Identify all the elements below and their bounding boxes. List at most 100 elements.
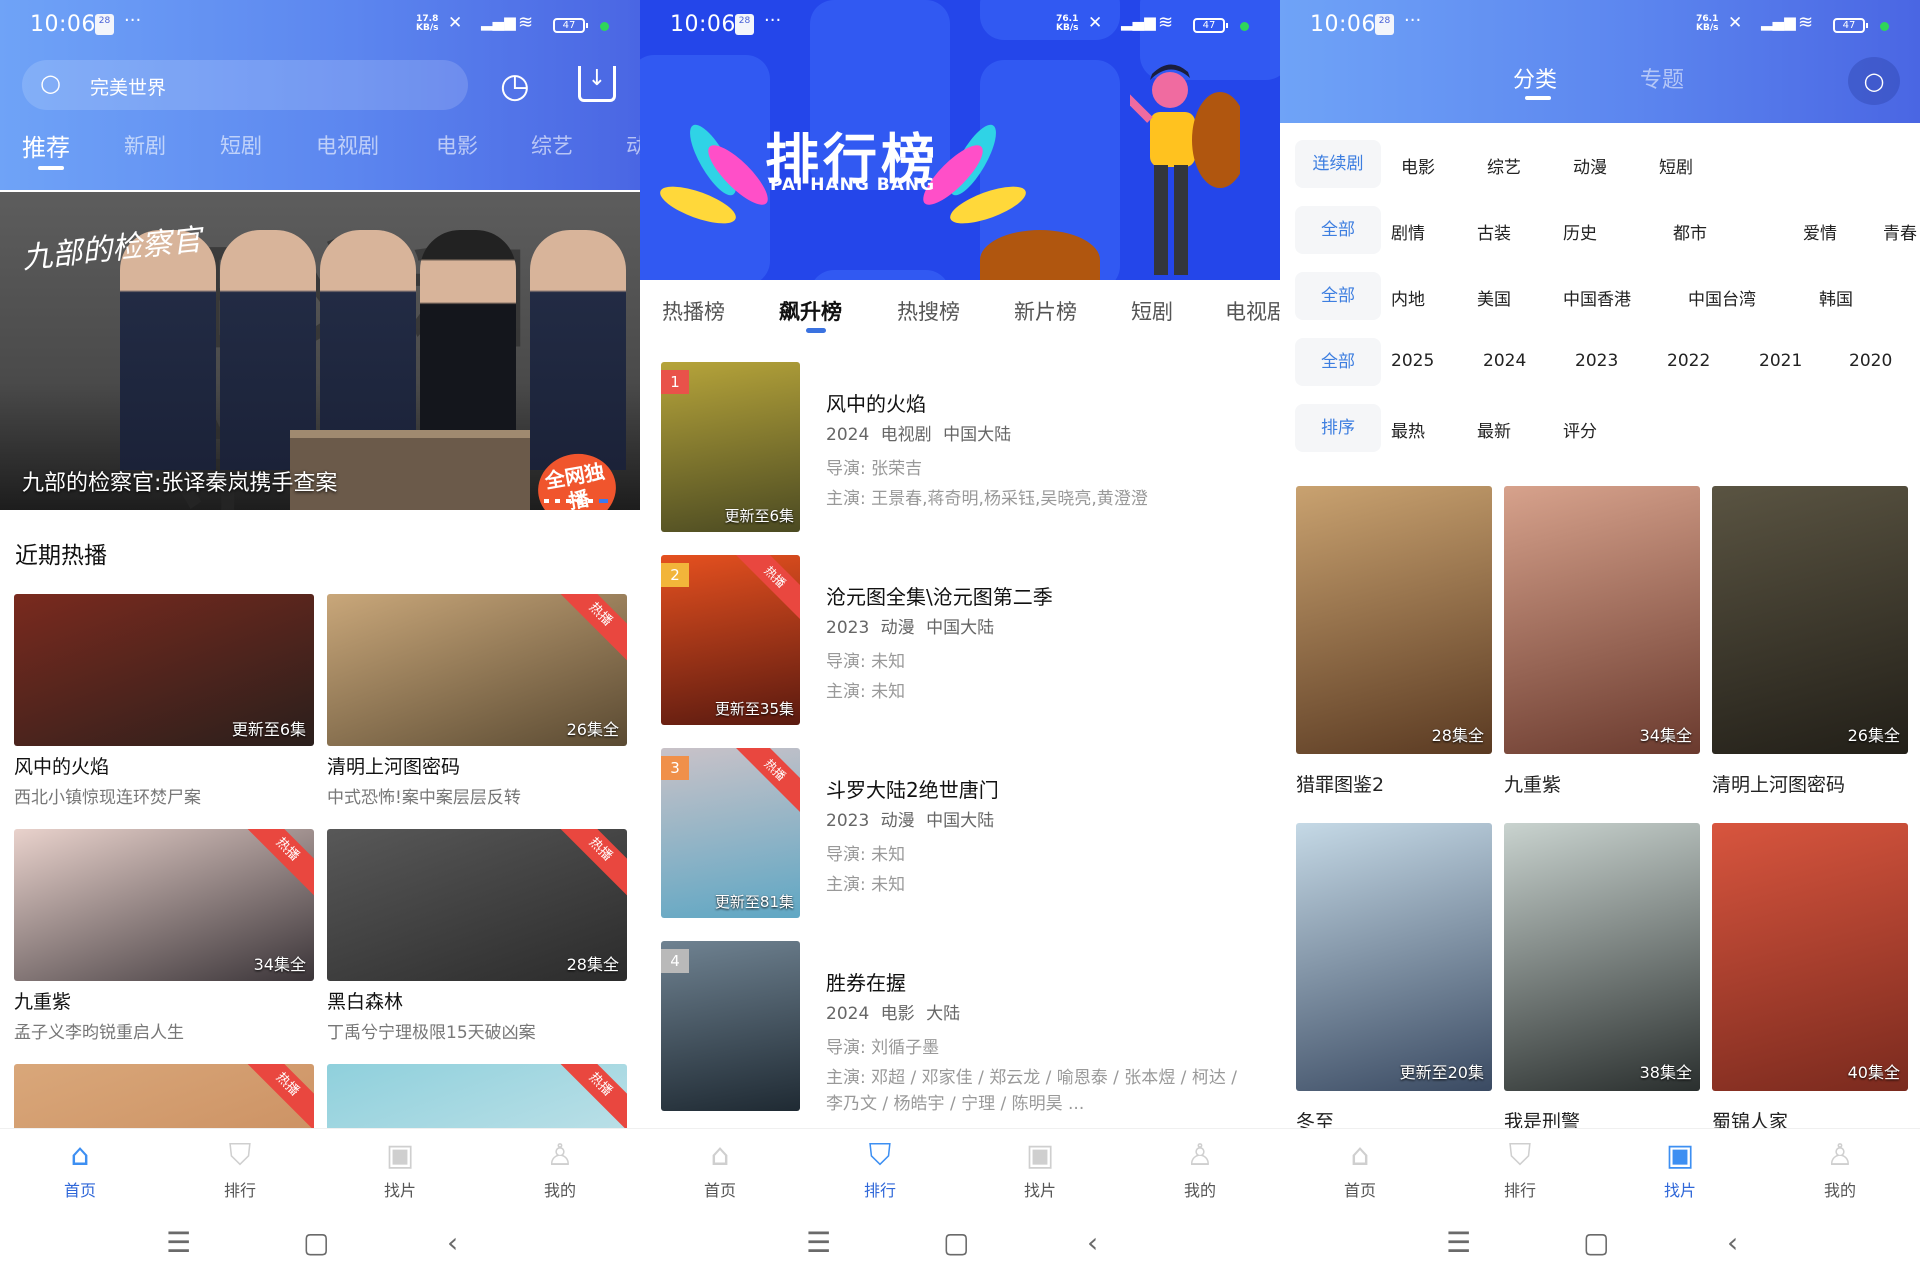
poster-title[interactable]: 九重紫 [1504, 770, 1700, 797]
back-button[interactable]: ‹ [447, 1226, 458, 1259]
filter-option[interactable]: 古装 [1477, 219, 1511, 244]
tab-short-drama[interactable]: 短剧 [1131, 296, 1173, 326]
back-button[interactable]: ‹ [1727, 1226, 1738, 1259]
item-title[interactable]: 斗罗大陆2绝世唐门 [826, 774, 999, 803]
filter-option[interactable]: 历史 [1563, 219, 1597, 244]
ranking-item[interactable]: 3 热播 更新至81集 斗罗大陆2绝世唐门 2023 动漫 中国大陆 导演: 未知 主演:… [661, 748, 1261, 918]
card-thumbnail[interactable]: 更新至6集 [14, 594, 314, 746]
tab-variety[interactable]: 综艺 [531, 130, 573, 160]
nav-ranking[interactable]: ⛉ 排行 [830, 1137, 930, 1201]
nav-ranking[interactable]: ⛉ 排行 [190, 1137, 290, 1201]
nav-discover[interactable]: ▣ 找片 [990, 1137, 1090, 1201]
pager-dot[interactable] [588, 499, 593, 503]
poster-title[interactable]: 我是刑警 [1504, 1107, 1700, 1128]
poster-image[interactable]: 34集全 [1504, 486, 1700, 754]
filter-option[interactable]: 青春 [1883, 219, 1917, 244]
tab-rising[interactable]: 飙升榜 [779, 296, 842, 326]
history-icon[interactable]: ◷ [500, 66, 530, 106]
poster-card[interactable]: 26集全清明上河图密码 [1712, 486, 1908, 797]
card-thumbnail[interactable]: 热播 26集全 [327, 594, 627, 746]
filter-option[interactable]: 2024 [1483, 351, 1526, 371]
filter-option[interactable]: 中国台湾 [1688, 285, 1756, 310]
card-title[interactable]: 黑白森林 [327, 987, 627, 1014]
nav-profile[interactable]: ♙ 我的 [1790, 1137, 1890, 1201]
home-button[interactable]: ▢ [943, 1226, 969, 1259]
card-title[interactable]: 清明上河图密码 [327, 752, 627, 779]
card-title[interactable]: 九重紫 [14, 987, 314, 1014]
tab-topics[interactable]: 专题 [1640, 62, 1684, 94]
nav-discover[interactable]: ▣ 找片 [350, 1137, 450, 1201]
poster-image[interactable]: 28集全 [1296, 486, 1492, 754]
pager-dot[interactable] [544, 499, 549, 503]
tab-tv-series[interactable]: 电视剧 [1225, 296, 1280, 326]
poster-image[interactable]: 38集全 [1504, 823, 1700, 1091]
ranking-item[interactable]: 4 胜券在握 2024 电影 大陆 导演: 刘循子墨 主演: 邓超 / 邓家佳 / 郑… [661, 941, 1261, 1114]
nav-home[interactable]: ⌂ 首页 [670, 1137, 770, 1201]
recent-apps-button[interactable]: ☰ [1446, 1226, 1471, 1259]
pager-dot[interactable] [566, 499, 571, 503]
home-button[interactable]: ▢ [303, 1226, 329, 1259]
ranking-item[interactable]: 2 热播 更新至35集 沧元图全集\沧元图第二季 2023 动漫 中国大陆 导演: 未知… [661, 555, 1261, 725]
ranking-item[interactable]: 1 更新至6集 风中的火焰 2024 电视剧 中国大陆 导演: 张荣吉 主演: 王景春,… [661, 362, 1261, 532]
filter-option[interactable]: 2025 [1391, 351, 1434, 371]
search-button[interactable]: ○ [1848, 57, 1900, 105]
search-bar[interactable]: ○ 完美世界 [22, 60, 468, 110]
nav-ranking[interactable]: ⛉ 排行 [1470, 1137, 1570, 1201]
poster-card[interactable]: 40集全蜀锦人家 [1712, 823, 1908, 1128]
filter-option[interactable]: 2020 [1849, 351, 1892, 371]
pager-dot[interactable] [555, 499, 560, 503]
pager-dot-active[interactable] [599, 499, 608, 503]
card-thumbnail[interactable]: 热播 [327, 1064, 627, 1128]
filter-option[interactable]: 评分 [1563, 417, 1597, 442]
back-button[interactable]: ‹ [1087, 1226, 1098, 1259]
tab-anime[interactable]: 动 [626, 130, 640, 160]
filter-selected[interactable]: 全部 [1295, 272, 1381, 320]
filter-option[interactable]: 最热 [1391, 417, 1425, 442]
pager-dot[interactable] [577, 499, 582, 503]
tab-hot-play[interactable]: 热播榜 [662, 296, 725, 326]
content-card[interactable]: 更新至6集 风中的火焰 西北小镇惊现连环焚尸案 [14, 594, 314, 808]
nav-home[interactable]: ⌂ 首页 [30, 1137, 130, 1201]
filter-option[interactable]: 剧情 [1391, 219, 1425, 244]
content-card[interactable]: 热播 34集全 九重紫 孟子义李昀锐重启人生 [14, 829, 314, 1043]
content-card[interactable]: 热播 28集全 黑白森林 丁禹兮宁理极限15天破凶案 [327, 829, 627, 1043]
poster-title[interactable]: 蜀锦人家 [1712, 1107, 1908, 1128]
poster-image[interactable]: 更新至20集 [1296, 823, 1492, 1091]
item-title[interactable]: 胜券在握 [826, 967, 906, 996]
item-title[interactable]: 风中的火焰 [826, 388, 926, 417]
item-title[interactable]: 沧元图全集\沧元图第二季 [826, 581, 1053, 610]
tab-short-drama[interactable]: 短剧 [220, 130, 262, 160]
filter-option[interactable]: 美国 [1477, 285, 1511, 310]
poster-image[interactable]: 26集全 [1712, 486, 1908, 754]
content-card[interactable]: 热播 26集全 清明上河图密码 中式恐怖!案中案层层反转 [327, 594, 627, 808]
poster-card[interactable]: 38集全我是刑警 [1504, 823, 1700, 1128]
filter-selected[interactable]: 全部 [1295, 206, 1381, 254]
item-poster[interactable]: 4 [661, 941, 800, 1111]
filter-selected[interactable]: 排序 [1295, 404, 1381, 452]
filter-option[interactable]: 短剧 [1659, 153, 1693, 178]
hero-banner[interactable]: 正义和守护 九部的检察官 全网独播 九部的检察官:张译秦岚携手查案 [0, 192, 640, 510]
filter-option[interactable]: 2022 [1667, 351, 1710, 371]
nav-profile[interactable]: ♙ 我的 [510, 1137, 610, 1201]
item-poster[interactable]: 3 热播 更新至81集 [661, 748, 800, 918]
tab-hot-search[interactable]: 热搜榜 [897, 296, 960, 326]
filter-option[interactable]: 中国香港 [1563, 285, 1631, 310]
home-button[interactable]: ▢ [1583, 1226, 1609, 1259]
filter-option[interactable]: 动漫 [1573, 153, 1607, 178]
card-thumbnail[interactable]: 热播 28集全 [327, 829, 627, 981]
nav-discover[interactable]: ▣ 找片 [1630, 1137, 1730, 1201]
tab-tv-series[interactable]: 电视剧 [316, 130, 379, 160]
filter-option[interactable]: 爱情 [1803, 219, 1837, 244]
card-title[interactable]: 风中的火焰 [14, 752, 314, 779]
card-thumbnail[interactable]: 热播 34集全 [14, 829, 314, 981]
tab-category[interactable]: 分类 [1513, 62, 1557, 94]
poster-card[interactable]: 34集全九重紫 [1504, 486, 1700, 797]
filter-selected[interactable]: 连续剧 [1295, 140, 1381, 188]
item-poster[interactable]: 2 热播 更新至35集 [661, 555, 800, 725]
poster-title[interactable]: 清明上河图密码 [1712, 770, 1908, 797]
poster-image[interactable]: 40集全 [1712, 823, 1908, 1091]
filter-option[interactable]: 2023 [1575, 351, 1618, 371]
filter-option[interactable]: 都市 [1673, 219, 1707, 244]
poster-card[interactable]: 更新至20集 冬至 [1296, 823, 1492, 1128]
poster-title[interactable]: 猎罪图鉴2 [1296, 770, 1492, 797]
